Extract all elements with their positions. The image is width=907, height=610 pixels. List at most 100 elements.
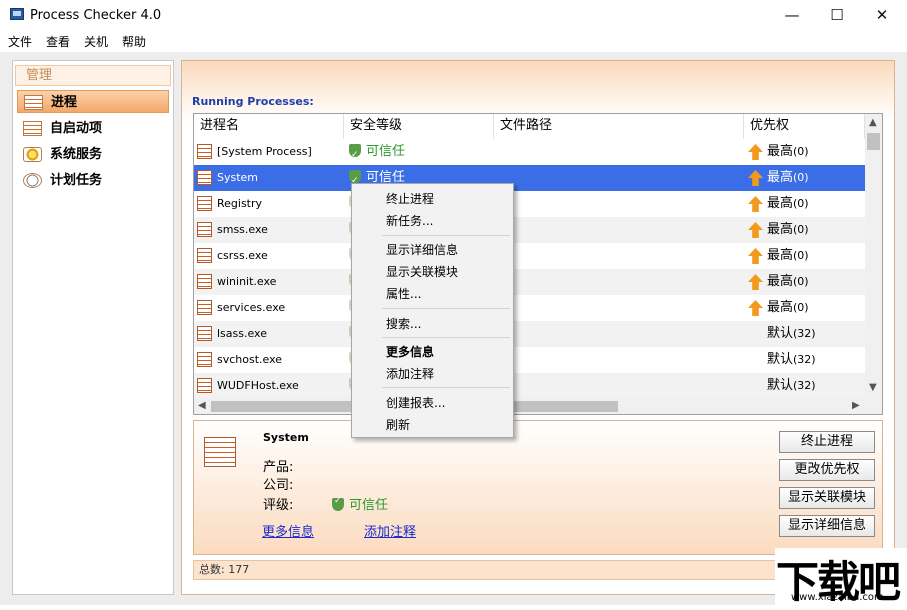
detail-rating-value: 可信任	[332, 494, 388, 513]
security-level: 可信任	[366, 144, 406, 159]
sidebar-header: 管理	[15, 65, 171, 86]
up-arrow-icon	[748, 222, 763, 238]
ctx-end-process[interactable]: 终止进程	[386, 190, 434, 207]
priority-value: (0)	[793, 301, 809, 314]
process-name: svchost.exe	[217, 353, 283, 366]
priority-cell: 默认(32)	[744, 347, 865, 373]
ctx-show-modules[interactable]: 显示关联模块	[386, 263, 458, 280]
priority-level: 默认	[767, 352, 794, 367]
menu-view[interactable]: 查看	[46, 33, 70, 50]
table-row[interactable]: smss.exe 最高(0)	[194, 217, 865, 246]
priority-value: (0)	[793, 197, 809, 210]
process-name: lsass.exe	[217, 327, 267, 340]
table-row[interactable]: svchost.exe 默认(32)	[194, 347, 865, 376]
table-row[interactable]: wininit.exe 最高(0)	[194, 269, 865, 298]
process-name: System	[217, 171, 259, 184]
ctx-properties[interactable]: 属性...	[386, 285, 421, 302]
priority-value: (0)	[793, 223, 809, 236]
scroll-right-icon[interactable]: ▶	[852, 400, 860, 411]
sidebar-item-scheduled-tasks[interactable]: 计划任务	[17, 169, 169, 192]
service-gear-icon	[23, 147, 42, 162]
ctx-refresh[interactable]: 刷新	[386, 416, 410, 433]
column-header-name[interactable]: 进程名	[194, 114, 344, 139]
menu-help[interactable]: 帮助	[122, 33, 146, 50]
change-priority-button[interactable]: 更改优先权	[779, 459, 875, 481]
maximize-button[interactable]: ☐	[815, 2, 859, 28]
menu-shutdown[interactable]: 关机	[84, 33, 108, 50]
process-icon	[197, 144, 212, 159]
priority-cell: 最高(0)	[744, 139, 865, 165]
priority-cell: 最高(0)	[744, 269, 865, 295]
ctx-create-report[interactable]: 创建报表...	[386, 394, 445, 411]
show-details-button[interactable]: 显示详细信息	[779, 515, 875, 537]
priority-level: 最高	[767, 222, 794, 237]
ctx-show-details[interactable]: 显示详细信息	[386, 241, 458, 258]
priority-value: (0)	[793, 145, 809, 158]
show-modules-button[interactable]: 显示关联模块	[779, 487, 875, 509]
ctx-new-task[interactable]: 新任务...	[386, 212, 433, 229]
end-process-button[interactable]: 终止进程	[779, 431, 875, 453]
sidebar-item-services[interactable]: 系统服务	[17, 143, 169, 166]
priority-level: 最高	[767, 196, 794, 211]
up-arrow-icon	[748, 248, 763, 264]
process-icon	[197, 352, 212, 367]
scroll-down-icon[interactable]: ▼	[869, 382, 877, 393]
ctx-search[interactable]: 搜索...	[386, 315, 421, 332]
priority-value: (32)	[793, 327, 816, 340]
process-name: wininit.exe	[217, 275, 277, 288]
process-name: services.exe	[217, 301, 286, 314]
close-button[interactable]: ✕	[860, 2, 904, 28]
priority-level: 默认	[767, 378, 794, 393]
priority-value: (0)	[793, 249, 809, 262]
table-row[interactable]: Registry 最高(0)	[194, 191, 865, 220]
priority-cell: 最高(0)	[744, 217, 865, 243]
table-row[interactable]: System可信任最高(0)	[194, 165, 865, 194]
process-name-cell: smss.exe	[194, 217, 344, 243]
vertical-scroll-thumb[interactable]	[867, 133, 880, 150]
sidebar-item-processes[interactable]: 进程	[17, 90, 169, 113]
watermark-url: www.xiazaiba.com	[791, 592, 884, 603]
column-header-priority[interactable]: 优先权	[744, 114, 865, 139]
menu-file[interactable]: 文件	[8, 33, 32, 50]
process-icon	[197, 222, 212, 237]
table-row[interactable]: services.exe 最高(0)	[194, 295, 865, 324]
priority-level: 最高	[767, 274, 794, 289]
process-icon	[197, 196, 212, 211]
process-table: 进程名 安全等级 文件路径 优先权 [System Process]可信任最高(…	[193, 113, 883, 415]
add-note-link[interactable]: 添加注释	[364, 521, 416, 540]
process-name: WUDFHost.exe	[217, 379, 299, 392]
sidebar-item-startup[interactable]: 自启动项	[17, 117, 169, 140]
priority-cell: 最高(0)	[744, 191, 865, 217]
sidebar-item-label: 自启动项	[50, 121, 103, 136]
priority-level: 最高	[767, 144, 794, 159]
column-header-security[interactable]: 安全等级	[344, 114, 494, 139]
minimize-button[interactable]: —	[770, 2, 814, 28]
process-icon	[197, 378, 212, 393]
table-row[interactable]: lsass.exe 默认(32)	[194, 321, 865, 350]
process-name: [System Process]	[217, 145, 312, 158]
scroll-up-icon[interactable]: ▲	[869, 117, 877, 128]
ctx-add-note[interactable]: 添加注释	[386, 365, 434, 382]
ctx-separator	[382, 337, 510, 338]
process-name-cell: System	[194, 165, 344, 191]
table-row[interactable]: csrss.exe 最高(0)	[194, 243, 865, 272]
process-name-cell: lsass.exe	[194, 321, 344, 347]
process-name-cell: services.exe	[194, 295, 344, 321]
ctx-more-info[interactable]: 更多信息	[386, 343, 434, 360]
more-info-link[interactable]: 更多信息	[262, 521, 314, 540]
table-row[interactable]: WUDFHost.exe 默认(32)	[194, 373, 865, 402]
vertical-scrollbar[interactable]: ▲ ▼	[865, 114, 882, 398]
priority-level: 最高	[767, 300, 794, 315]
process-icon	[197, 300, 212, 315]
menu-bar: 文件 查看 关机 帮助	[0, 30, 907, 52]
security-cell: 可信任	[349, 139, 489, 168]
column-header-path[interactable]: 文件路径	[494, 114, 744, 139]
process-name-cell: svchost.exe	[194, 347, 344, 373]
process-icon	[197, 326, 212, 341]
priority-value: (0)	[793, 171, 809, 184]
horizontal-scrollbar[interactable]: ◀ ▶	[194, 398, 882, 414]
table-row[interactable]: [System Process] 可信任 最高(0)	[194, 139, 865, 168]
priority-level: 默认	[767, 326, 794, 341]
scroll-left-icon[interactable]: ◀	[198, 400, 206, 411]
priority-cell: 默认(32)	[744, 321, 865, 347]
